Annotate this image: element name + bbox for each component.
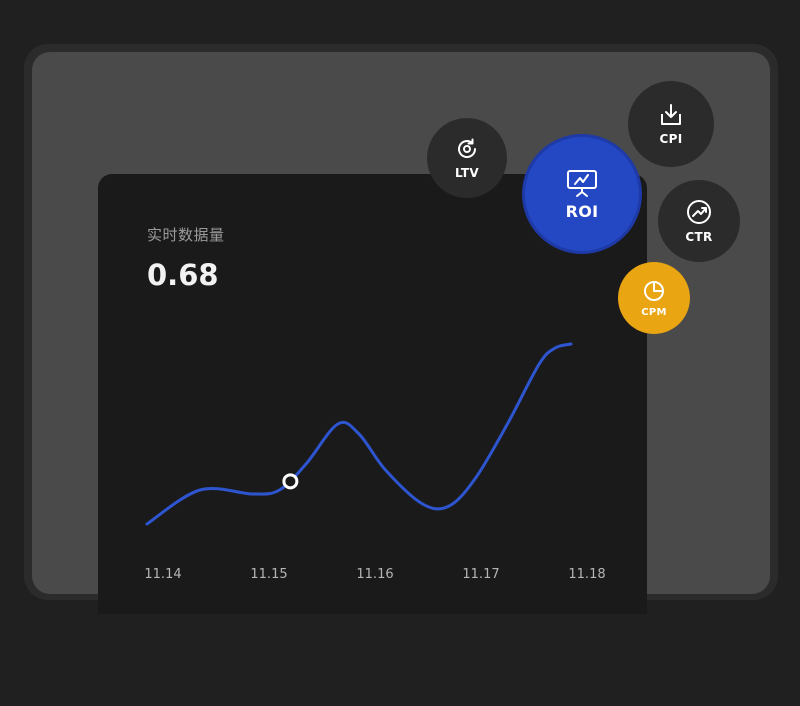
x-tick-label: 11.17 (462, 567, 499, 582)
series-line (145, 342, 573, 526)
ltv-label: LTV (454, 166, 480, 180)
x-tick-label: 11.18 (568, 567, 605, 582)
roi-label: ROI (565, 201, 599, 221)
ctr-button[interactable]: CTR (658, 180, 740, 262)
cpi-label: CPI (659, 132, 683, 146)
x-tick-label: 11.14 (144, 567, 181, 582)
ctr-label: CTR (685, 230, 713, 244)
data-point-marker[interactable] (282, 473, 299, 490)
x-tick-label: 11.15 (250, 567, 287, 582)
presentation-chart-icon (567, 169, 597, 197)
cpm-button[interactable]: CPM (618, 262, 690, 334)
trend-up-icon (687, 200, 711, 224)
cpi-button[interactable]: CPI (628, 81, 714, 167)
download-icon (661, 104, 681, 125)
ltv-button[interactable]: LTV (427, 118, 507, 198)
cpm-label: CPM (641, 306, 667, 318)
roi-button[interactable]: ROI (525, 137, 639, 251)
x-tick-label: 11.16 (356, 567, 393, 582)
pie-chart-icon (644, 280, 664, 301)
refresh-icon (458, 138, 477, 158)
